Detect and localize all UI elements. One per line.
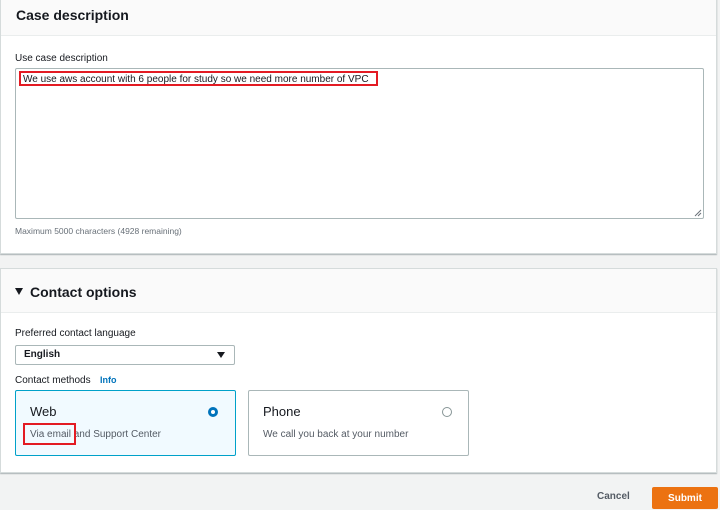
contact-method-phone-tile[interactable]: Phone We call you back at your number — [248, 390, 469, 456]
contact-options-title[interactable]: Contact options — [30, 284, 137, 300]
radio-selected-icon[interactable] — [208, 407, 218, 417]
use-case-description-label: Use case description — [15, 53, 108, 64]
contact-methods-label: Contact methods — [15, 375, 91, 386]
preferred-language-label: Preferred contact language — [15, 328, 136, 339]
highlight-box-description — [19, 71, 378, 86]
preferred-language-value: English — [24, 349, 61, 360]
character-count-hint: Maximum 5000 characters (4928 remaining) — [15, 226, 182, 236]
submit-button[interactable]: Submit — [652, 487, 718, 509]
resize-handle-icon[interactable] — [693, 208, 702, 217]
info-link[interactable]: Info — [100, 375, 117, 385]
contact-method-phone-title: Phone — [263, 404, 301, 419]
contact-options-header[interactable]: Contact options — [1, 269, 716, 313]
contact-method-web-title: Web — [30, 404, 57, 419]
radio-unselected-icon[interactable] — [442, 407, 452, 417]
case-description-title: Case description — [16, 7, 129, 23]
case-description-header: Case description — [1, 0, 716, 36]
use-case-description-textarea[interactable]: We use aws account with 6 people for stu… — [15, 68, 704, 219]
highlight-box-web — [23, 423, 76, 445]
contact-method-phone-subtitle: We call you back at your number — [263, 429, 409, 440]
cancel-button[interactable]: Cancel — [590, 488, 637, 505]
caret-down-icon[interactable] — [15, 288, 23, 295]
preferred-language-select[interactable]: English — [15, 345, 235, 365]
chevron-down-icon — [217, 352, 225, 358]
